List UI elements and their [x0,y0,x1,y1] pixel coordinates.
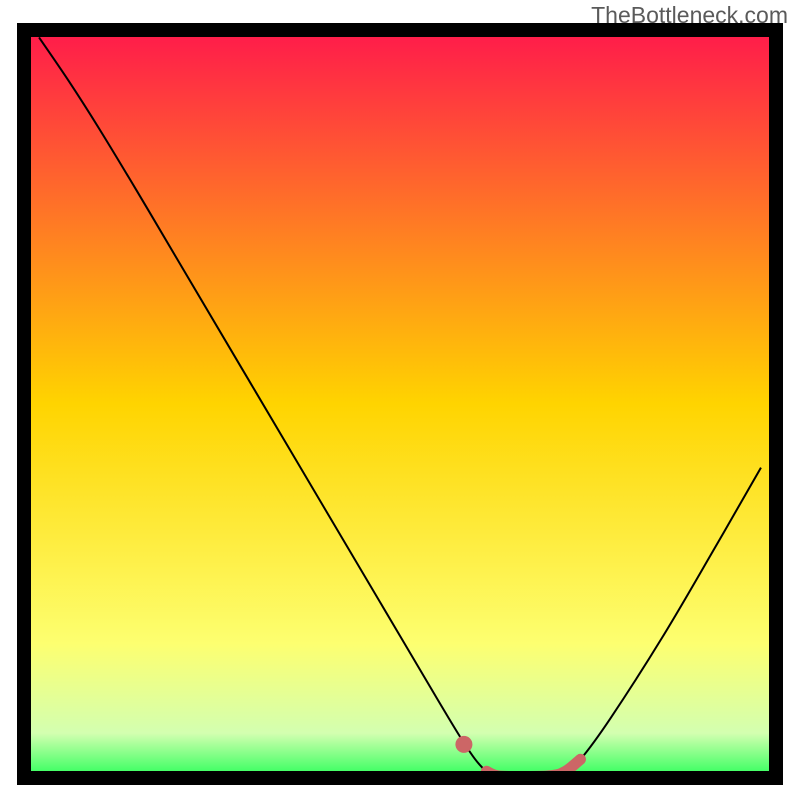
plot-background [24,30,776,778]
chart-frame: TheBottleneck.com [0,0,800,800]
watermark-text: TheBottleneck.com [591,2,788,29]
chart-svg [0,0,800,800]
highlight-detached-dot [455,736,472,753]
